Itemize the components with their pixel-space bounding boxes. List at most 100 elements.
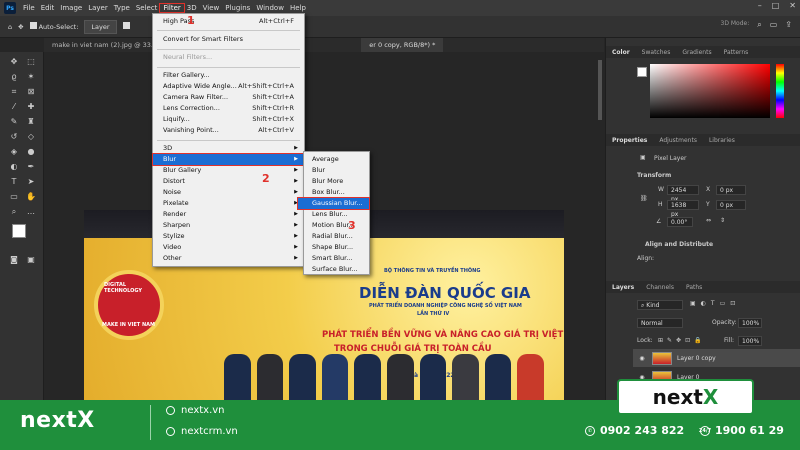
photoshop-app-icon[interactable]: Ps [4,2,16,14]
menu-item-vanishing-point[interactable]: Vanishing Point... Alt+Ctrl+V [153,125,304,136]
layer-kind-filter[interactable]: ⌕ Kind [637,300,683,310]
angle-field[interactable]: 0.00° [667,217,693,227]
submenu-item-blur[interactable]: Blur [304,165,369,176]
tab-adjustments[interactable]: Adjustments [653,137,703,144]
opacity-field[interactable]: 100% [738,318,762,328]
share-icon[interactable]: ⇪ [785,20,792,30]
footer-link-nextx[interactable]: nextx.vn [166,405,225,416]
tab-libraries[interactable]: Libraries [703,137,741,144]
maximize-icon[interactable]: □ [772,1,780,10]
history-brush-icon[interactable]: ↺ [9,132,19,142]
lasso-tool-icon[interactable]: ϱ [9,72,19,82]
tab-swatches[interactable]: Swatches [636,49,677,56]
menu-filter[interactable]: Filter [159,3,185,13]
path-select-icon[interactable]: ➤ [26,177,36,187]
flip-horizontal-icon[interactable]: ⇔ [706,217,711,224]
menu-item-stylize[interactable]: Stylize ▶ [153,231,304,242]
submenu-item-surface-blur[interactable]: Surface Blur... [304,264,369,275]
blur-tool-icon[interactable]: ● [26,147,36,157]
color-picker-field[interactable] [650,64,770,118]
footer-phone-1[interactable]: ✆ 0902 243 822 [585,424,684,437]
eyedropper-icon[interactable]: ⁄ [9,102,19,112]
stamp-tool-icon[interactable]: ♜ [26,117,36,127]
layer-filter-icons[interactable]: ▣◐T▭⊡ [690,300,740,307]
blend-mode-dropdown[interactable]: Normal [637,318,683,328]
fill-field[interactable]: 100% [738,336,762,346]
foreground-color-swatch[interactable] [12,224,26,238]
x-field[interactable]: 0 px [716,185,746,195]
menu-item-pixelate[interactable]: Pixelate ▶ [153,198,304,209]
move-tool-icon[interactable]: ✥ [18,23,23,31]
footer-phone-2[interactable]: 24/7 1900 61 29 [699,424,784,437]
menu-item-adaptive-wide-angle[interactable]: Adaptive Wide Angle... Alt+Shift+Ctrl+A [153,81,304,92]
eye-icon[interactable]: ◉ [637,355,647,362]
hand-tool-icon[interactable]: ✋ [26,192,36,202]
tab-patterns[interactable]: Patterns [718,49,755,56]
tab-color[interactable]: Color [606,49,636,56]
screen-mode-icon[interactable]: ▣ [26,255,36,265]
menu-item-3d[interactable]: 3D ▶ [153,143,304,154]
marquee-tool-icon[interactable]: ⬚ [26,57,36,67]
eraser-tool-icon[interactable]: ◇ [26,132,36,142]
search-icon[interactable]: ⌕ [757,20,761,30]
menu-type[interactable]: Type [111,4,133,12]
menu-item-video[interactable]: Video ▶ [153,242,304,253]
brush-tool-icon[interactable]: ✎ [9,117,19,127]
workspace-icon[interactable]: ▭ [770,20,778,30]
tab-document-2[interactable]: er 0 copy, RGB/8*) * [361,38,444,52]
menu-item-other[interactable]: Other ▶ [153,253,304,264]
menu-item-sharpen[interactable]: Sharpen ▶ [153,220,304,231]
paint-bucket-icon[interactable]: ◈ [9,147,19,157]
menu-select[interactable]: Select [133,4,161,12]
dodge-tool-icon[interactable]: ◐ [9,162,19,172]
shape-tool-icon[interactable]: ▭ [9,192,19,202]
menu-3d[interactable]: 3D [184,4,200,12]
home-icon[interactable]: ⌂ [8,23,12,31]
healing-brush-icon[interactable]: ✚ [26,102,36,112]
hue-slider[interactable] [776,64,784,118]
menu-image[interactable]: Image [57,4,85,12]
link-icon[interactable]: ⛓ [640,195,648,202]
pen-tool-icon[interactable]: ✒ [26,162,36,172]
frame-tool-icon[interactable]: ⊠ [26,87,36,97]
crop-tool-icon[interactable]: ⌗ [9,87,19,97]
submenu-item-radial-blur[interactable]: Radial Blur... [304,231,369,242]
submenu-item-gaussian-blur[interactable]: Gaussian Blur... [297,197,370,210]
menu-item-filter-gallery[interactable]: Filter Gallery... [153,70,304,81]
tab-properties[interactable]: Properties [606,137,653,144]
submenu-item-average[interactable]: Average [304,154,369,165]
submenu-item-motion-blur[interactable]: Motion Blur... [304,220,369,231]
menu-item-distort[interactable]: Distort ▶ [153,176,304,187]
menu-item-blur-gallery[interactable]: Blur Gallery ▶ [153,165,304,176]
submenu-item-box-blur[interactable]: Box Blur... [304,187,369,198]
type-tool-icon[interactable]: T [9,177,19,187]
menu-item-render[interactable]: Render ▶ [153,209,304,220]
menu-item-camera-raw[interactable]: Camera Raw Filter... Shift+Ctrl+A [153,92,304,103]
quick-mask-icon[interactable]: ◙ [9,255,19,265]
magic-wand-icon[interactable]: ✶ [26,72,36,82]
tab-paths[interactable]: Paths [680,284,708,291]
menu-item-noise[interactable]: Noise ▶ [153,187,304,198]
footer-link-nextcrm[interactable]: nextcrm.vn [166,426,238,437]
tab-gradients[interactable]: Gradients [676,49,717,56]
submenu-item-lens-blur[interactable]: Lens Blur... [304,209,369,220]
menu-item-lens-correction[interactable]: Lens Correction... Shift+Ctrl+R [153,103,304,114]
menu-item-convert-smart-filters[interactable]: Convert for Smart Filters [153,34,304,45]
close-icon[interactable]: ✕ [789,1,796,10]
submenu-item-shape-blur[interactable]: Shape Blur... [304,242,369,253]
transform-controls-checkbox[interactable] [122,22,132,31]
canvas-scrollbar[interactable] [598,60,602,120]
layer-row-layer-0-copy[interactable]: ◉ Layer 0 copy [633,349,800,367]
lock-icons[interactable]: ⊞✎✥⊡🔒 [658,337,706,344]
submenu-item-blur-more[interactable]: Blur More [304,176,369,187]
menu-window[interactable]: Window [253,4,287,12]
menu-file[interactable]: File [20,4,38,12]
auto-select-target-dropdown[interactable]: Layer [84,19,117,34]
move-tool-icon[interactable]: ✥ [9,57,19,67]
menu-item-liquify[interactable]: Liquify... Shift+Ctrl+X [153,114,304,125]
menu-edit[interactable]: Edit [38,4,58,12]
menu-view[interactable]: View [200,4,223,12]
menu-layer[interactable]: Layer [85,4,111,12]
flip-vertical-icon[interactable]: ⇕ [720,217,725,224]
auto-select-checkbox[interactable]: Auto-Select: [29,22,78,31]
